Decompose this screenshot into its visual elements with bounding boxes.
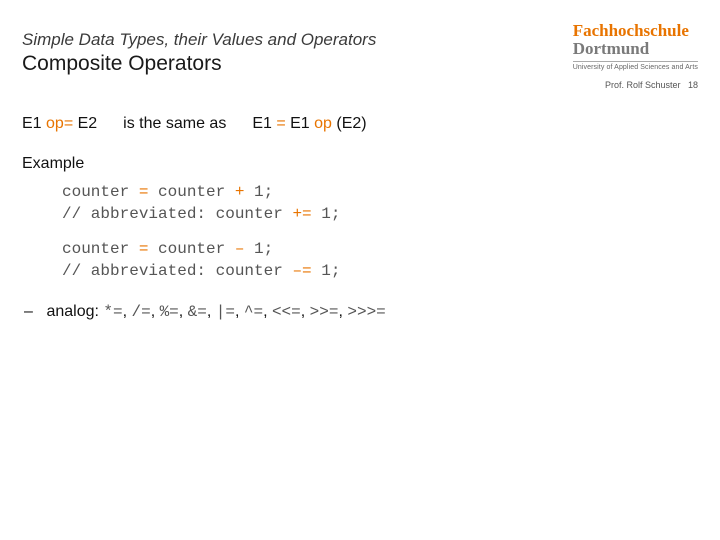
code-line: counter = counter + 1; [62, 181, 698, 203]
code-line: // abbreviated: counter –= 1; [62, 260, 698, 282]
code-op: –= [292, 262, 311, 280]
footer-page-number: 18 [688, 80, 698, 90]
slide-supertitle: Simple Data Types, their Values and Oper… [22, 30, 698, 50]
code-text: 1; [312, 262, 341, 280]
code-text: counter [62, 240, 139, 258]
definition-line: E1 op= E2 is the same as E1 = E1 op (E2) [22, 115, 698, 133]
analog-op: %= [160, 303, 179, 321]
slide-title: Composite Operators [22, 52, 698, 76]
code-line: counter = counter – 1; [62, 238, 698, 260]
def-e1c: E1 [286, 115, 314, 132]
analog-row: – analog: *=, /=, %=, &=, |=, ^=, <<=, >… [42, 303, 698, 321]
code-op: = [139, 183, 149, 201]
analog-ops: *=, /=, %=, &=, |=, ^=, <<=, >>=, >>>= [103, 303, 385, 320]
analog-label: analog: [46, 303, 103, 320]
code-text: // abbreviated: counter [62, 262, 292, 280]
slide: Fachhochschule Dortmund University of Ap… [0, 0, 720, 540]
def-e1: E1 [22, 115, 46, 132]
analog-op: <<= [272, 303, 301, 321]
def-paren: (E2) [332, 115, 367, 132]
analog-op: *= [103, 303, 122, 321]
code-text: 1; [312, 205, 341, 223]
analog-sep: , [207, 303, 216, 320]
code-op: – [235, 240, 245, 258]
example-label: Example [22, 155, 698, 173]
code-text: counter [148, 240, 234, 258]
code-block-1: counter = counter + 1; // abbreviated: c… [62, 181, 698, 226]
def-e1b: E1 [252, 115, 276, 132]
code-op: = [139, 240, 149, 258]
analog-op: /= [131, 303, 150, 321]
code-op: + [235, 183, 245, 201]
analog-op: >>>= [347, 303, 385, 321]
code-text: 1; [244, 183, 273, 201]
slide-header: Simple Data Types, their Values and Oper… [22, 30, 698, 76]
code-text: 1; [244, 240, 273, 258]
code-line: // abbreviated: counter += 1; [62, 203, 698, 225]
code-op: += [292, 205, 311, 223]
analog-op: &= [188, 303, 207, 321]
analog-sep: , [179, 303, 188, 320]
footer-author: Prof. Rolf Schuster [605, 80, 681, 90]
def-mid: is the same as [123, 115, 226, 132]
analog-sep: , [263, 303, 272, 320]
def-e2: E2 [73, 115, 97, 132]
slide-footer: Prof. Rolf Schuster 18 [605, 80, 698, 90]
analog-op: |= [216, 303, 235, 321]
def-op-assign: op= [46, 115, 73, 132]
code-text: // abbreviated: counter [62, 205, 292, 223]
analog-op: >>= [310, 303, 339, 321]
bullet-dash: – [24, 303, 42, 321]
analog-sep: , [235, 303, 244, 320]
analog-sep: , [301, 303, 310, 320]
slide-content: E1 op= E2 is the same as E1 = E1 op (E2) E… [22, 115, 698, 321]
code-block-2: counter = counter – 1; // abbreviated: c… [62, 238, 698, 283]
def-op: op [314, 115, 332, 132]
analog-sep: , [151, 303, 160, 320]
def-eq: = [276, 115, 285, 132]
analog-op: ^= [244, 303, 263, 321]
code-text: counter [62, 183, 139, 201]
code-text: counter [148, 183, 234, 201]
